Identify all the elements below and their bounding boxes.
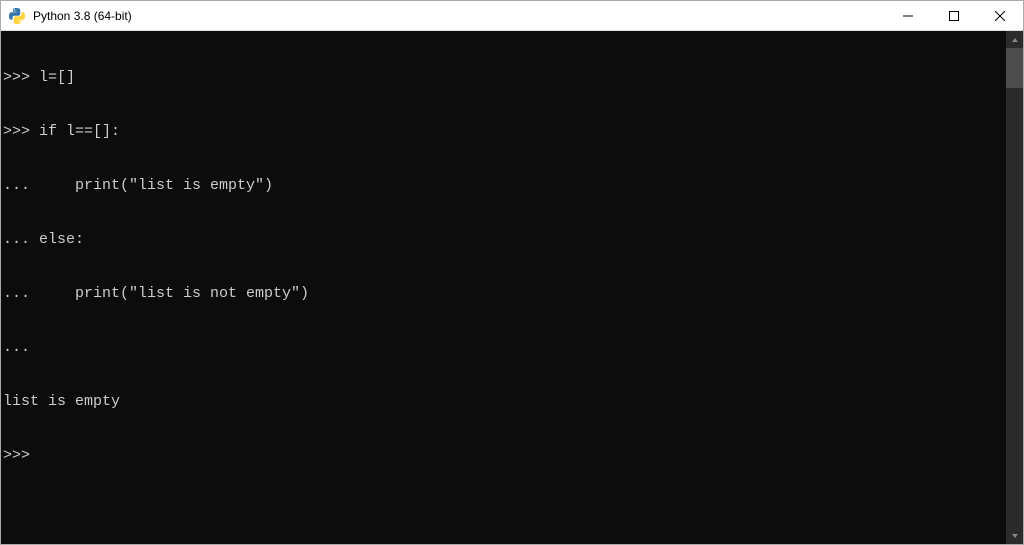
console-line: ... print("list is not empty") <box>1 285 1006 303</box>
python-console-window: Python 3.8 (64-bit) >>> l=[] >>> if l==[… <box>0 0 1024 545</box>
scroll-down-button[interactable] <box>1006 527 1023 544</box>
window-title: Python 3.8 (64-bit) <box>33 9 885 23</box>
scroll-thumb[interactable] <box>1006 48 1023 88</box>
window-controls <box>885 1 1023 30</box>
titlebar[interactable]: Python 3.8 (64-bit) <box>1 1 1023 31</box>
close-button[interactable] <box>977 1 1023 30</box>
console-line: >>> l=[] <box>1 69 1006 87</box>
minimize-button[interactable] <box>885 1 931 30</box>
console-line: list is empty <box>1 393 1006 411</box>
console-line: ... <box>1 339 1006 357</box>
console-line: ... else: <box>1 231 1006 249</box>
console-line: >>> if l==[]: <box>1 123 1006 141</box>
maximize-button[interactable] <box>931 1 977 30</box>
console-area: >>> l=[] >>> if l==[]: ... print("list i… <box>1 31 1023 544</box>
scroll-up-button[interactable] <box>1006 31 1023 48</box>
chevron-down-icon <box>1011 532 1019 540</box>
console-line: >>> <box>1 447 1006 465</box>
console-line: ... print("list is empty") <box>1 177 1006 195</box>
maximize-icon <box>949 11 959 21</box>
chevron-up-icon <box>1011 36 1019 44</box>
minimize-icon <box>903 11 913 21</box>
close-icon <box>995 11 1005 21</box>
console-output[interactable]: >>> l=[] >>> if l==[]: ... print("list i… <box>1 31 1006 544</box>
vertical-scrollbar[interactable] <box>1006 31 1023 544</box>
python-icon <box>9 8 25 24</box>
